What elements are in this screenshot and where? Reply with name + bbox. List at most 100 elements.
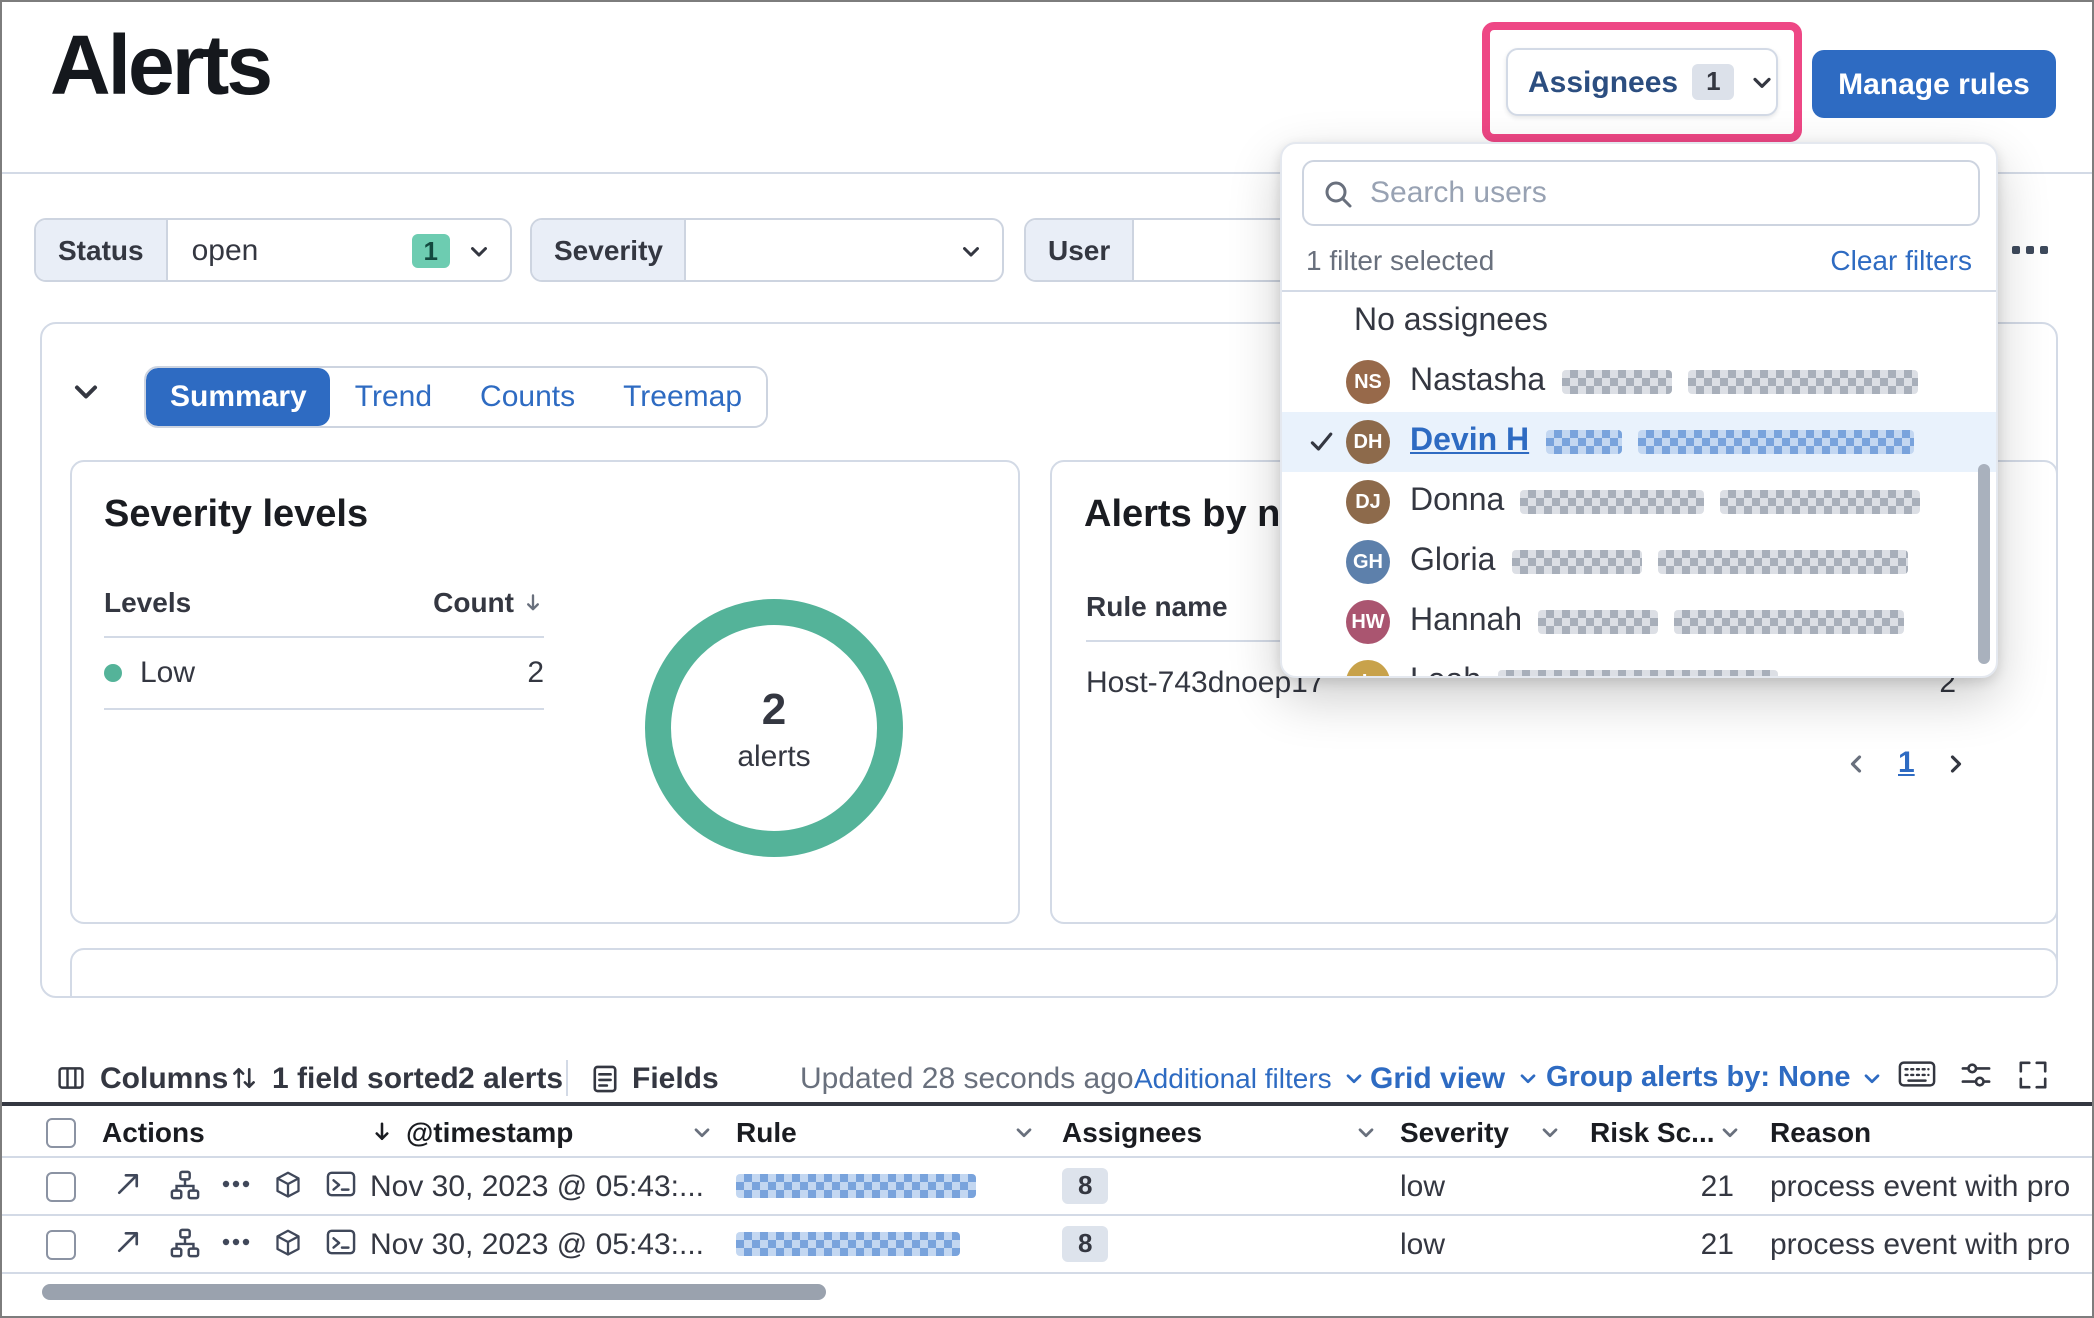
sorted-fields-label: 1 field sorted [272, 1061, 459, 1095]
chevron-down-icon[interactable] [1538, 1120, 1562, 1144]
assignee-option-selected[interactable]: DH Devin H [1282, 412, 1996, 472]
redacted-text [1674, 610, 1904, 634]
chevron-down-icon[interactable] [1354, 1120, 1378, 1144]
risk-score-cell: 21 [1590, 1158, 1734, 1214]
count-column-header[interactable]: Count [433, 586, 544, 618]
severity-cell: low [1400, 1158, 1445, 1214]
assignee-option[interactable]: GH Gloria [1282, 532, 1996, 592]
column-header-rule[interactable]: Rule [736, 1106, 797, 1156]
display-options-button[interactable] [1960, 1060, 1992, 1090]
tab-trend[interactable]: Trend [331, 368, 456, 426]
pagination-page-1[interactable]: 1 [1898, 746, 1915, 780]
redacted-text [1545, 430, 1621, 454]
assignees-filter-button[interactable]: Assignees 1 [1506, 48, 1778, 116]
expand-alert-button[interactable] [114, 1170, 142, 1198]
assignees-list: No assignees NS Nastasha DH Devin H [1282, 292, 1996, 678]
column-header-timestamp[interactable]: @timestamp [370, 1106, 573, 1156]
assignee-option[interactable]: HW Hannah [1282, 592, 1996, 652]
rule-cell[interactable] [736, 1158, 976, 1214]
tab-treemap[interactable]: Treemap [599, 368, 766, 426]
open-console-button[interactable] [326, 1170, 356, 1198]
clear-filters-link[interactable]: Clear filters [1830, 244, 1972, 276]
status-filter-value: open [184, 233, 396, 267]
fields-button[interactable]: Fields [592, 1056, 719, 1100]
more-actions-icon [222, 1180, 250, 1188]
alerts-donut-chart: 2 alerts [628, 582, 920, 874]
manage-rules-button[interactable]: Manage rules [1812, 50, 2056, 118]
severity-table-header: Levels Count [104, 586, 544, 638]
collapse-charts-button[interactable] [68, 374, 104, 410]
sorted-fields-button[interactable]: 1 field sorted [230, 1056, 459, 1100]
analyzer-icon [170, 1228, 200, 1258]
controls-icon [1960, 1060, 1992, 1090]
assignee-name: Hannah [1410, 604, 1522, 640]
assignee-option[interactable]: NS Nastasha [1282, 352, 1996, 412]
session-view-button[interactable] [274, 1228, 302, 1258]
more-filters-button[interactable] [2004, 230, 2056, 270]
chevron-down-icon[interactable] [1718, 1120, 1742, 1144]
analyze-event-button[interactable] [170, 1170, 200, 1200]
terminal-icon [326, 1228, 356, 1256]
group-alerts-button[interactable]: Group alerts by: None [1546, 1056, 1885, 1100]
popover-scrollbar[interactable] [1978, 464, 1990, 664]
analyze-event-button[interactable] [170, 1228, 200, 1258]
column-header-assignees[interactable]: Assignees [1062, 1106, 1202, 1156]
severity-cell: low [1400, 1216, 1445, 1272]
grid-view-button[interactable]: Grid view [1370, 1056, 1539, 1100]
redacted-text [1657, 550, 1907, 574]
assignee-option-no-assignees[interactable]: No assignees [1282, 292, 1996, 352]
chevron-down-icon[interactable] [1012, 1120, 1036, 1144]
severity-filter[interactable]: Severity [530, 218, 1004, 282]
status-count-badge: 1 [412, 233, 450, 267]
assignee-name: Leah [1410, 664, 1481, 678]
package-icon [274, 1170, 302, 1200]
more-actions-button[interactable] [222, 1180, 250, 1188]
chevron-down-icon[interactable] [690, 1120, 714, 1144]
chevron-down-icon [466, 237, 492, 263]
updated-text: Updated 28 seconds ago [800, 1056, 1134, 1100]
horizontal-scrollbar[interactable] [42, 1284, 826, 1300]
tab-counts[interactable]: Counts [456, 368, 599, 426]
assignee-option[interactable]: DJ Donna [1282, 472, 1996, 532]
avatar: L [1346, 660, 1390, 678]
sort-fields-icon [230, 1064, 258, 1092]
column-header-reason[interactable]: Reason [1770, 1106, 1871, 1156]
assignees-count-cell[interactable]: 8 [1062, 1226, 1108, 1262]
assignee-option[interactable]: L Leah [1282, 652, 1996, 678]
timestamp-cell: Nov 30, 2023 @ 05:43:... [370, 1158, 704, 1214]
row-checkbox[interactable] [46, 1172, 76, 1202]
avatar: HW [1346, 600, 1390, 644]
pagination-next-button[interactable] [1943, 749, 1971, 777]
column-header-severity[interactable]: Severity [1400, 1106, 1509, 1156]
columns-label: Columns [100, 1061, 228, 1095]
assignee-name: Devin H [1410, 424, 1529, 460]
redacted-text [1561, 370, 1671, 394]
search-users-input[interactable] [1370, 176, 1960, 210]
fullscreen-button[interactable] [2018, 1060, 2048, 1090]
pagination-prev-button[interactable] [1842, 749, 1870, 777]
count-header-label: Count [433, 586, 514, 618]
status-filter[interactable]: Status open 1 [34, 218, 512, 282]
additional-filters-button[interactable]: Additional filters [1134, 1056, 1366, 1100]
open-console-button[interactable] [326, 1228, 356, 1256]
row-checkbox[interactable] [46, 1230, 76, 1260]
severity-level-count: 2 [527, 656, 544, 690]
popover-meta-row: 1 filter selected Clear filters [1306, 236, 1972, 284]
severity-level-label: Low [140, 656, 195, 690]
chevron-down-icon [1749, 68, 1777, 96]
select-all-checkbox[interactable] [46, 1118, 76, 1148]
assignees-count-cell[interactable]: 8 [1062, 1168, 1108, 1204]
keyboard-shortcuts-button[interactable] [1898, 1060, 1936, 1088]
columns-button[interactable]: Columns [56, 1056, 228, 1100]
more-actions-button[interactable] [222, 1238, 250, 1246]
column-header-risk-score[interactable]: Risk Sc... [1590, 1106, 1715, 1156]
expand-icon [114, 1228, 142, 1256]
session-view-button[interactable] [274, 1170, 302, 1200]
check-icon [1308, 428, 1336, 456]
rule-cell[interactable] [736, 1216, 960, 1272]
tab-summary[interactable]: Summary [146, 368, 331, 426]
expand-alert-button[interactable] [114, 1228, 142, 1256]
analyzer-icon [170, 1170, 200, 1200]
assignee-name: Gloria [1410, 544, 1495, 580]
assignee-name: Nastasha [1410, 364, 1545, 400]
